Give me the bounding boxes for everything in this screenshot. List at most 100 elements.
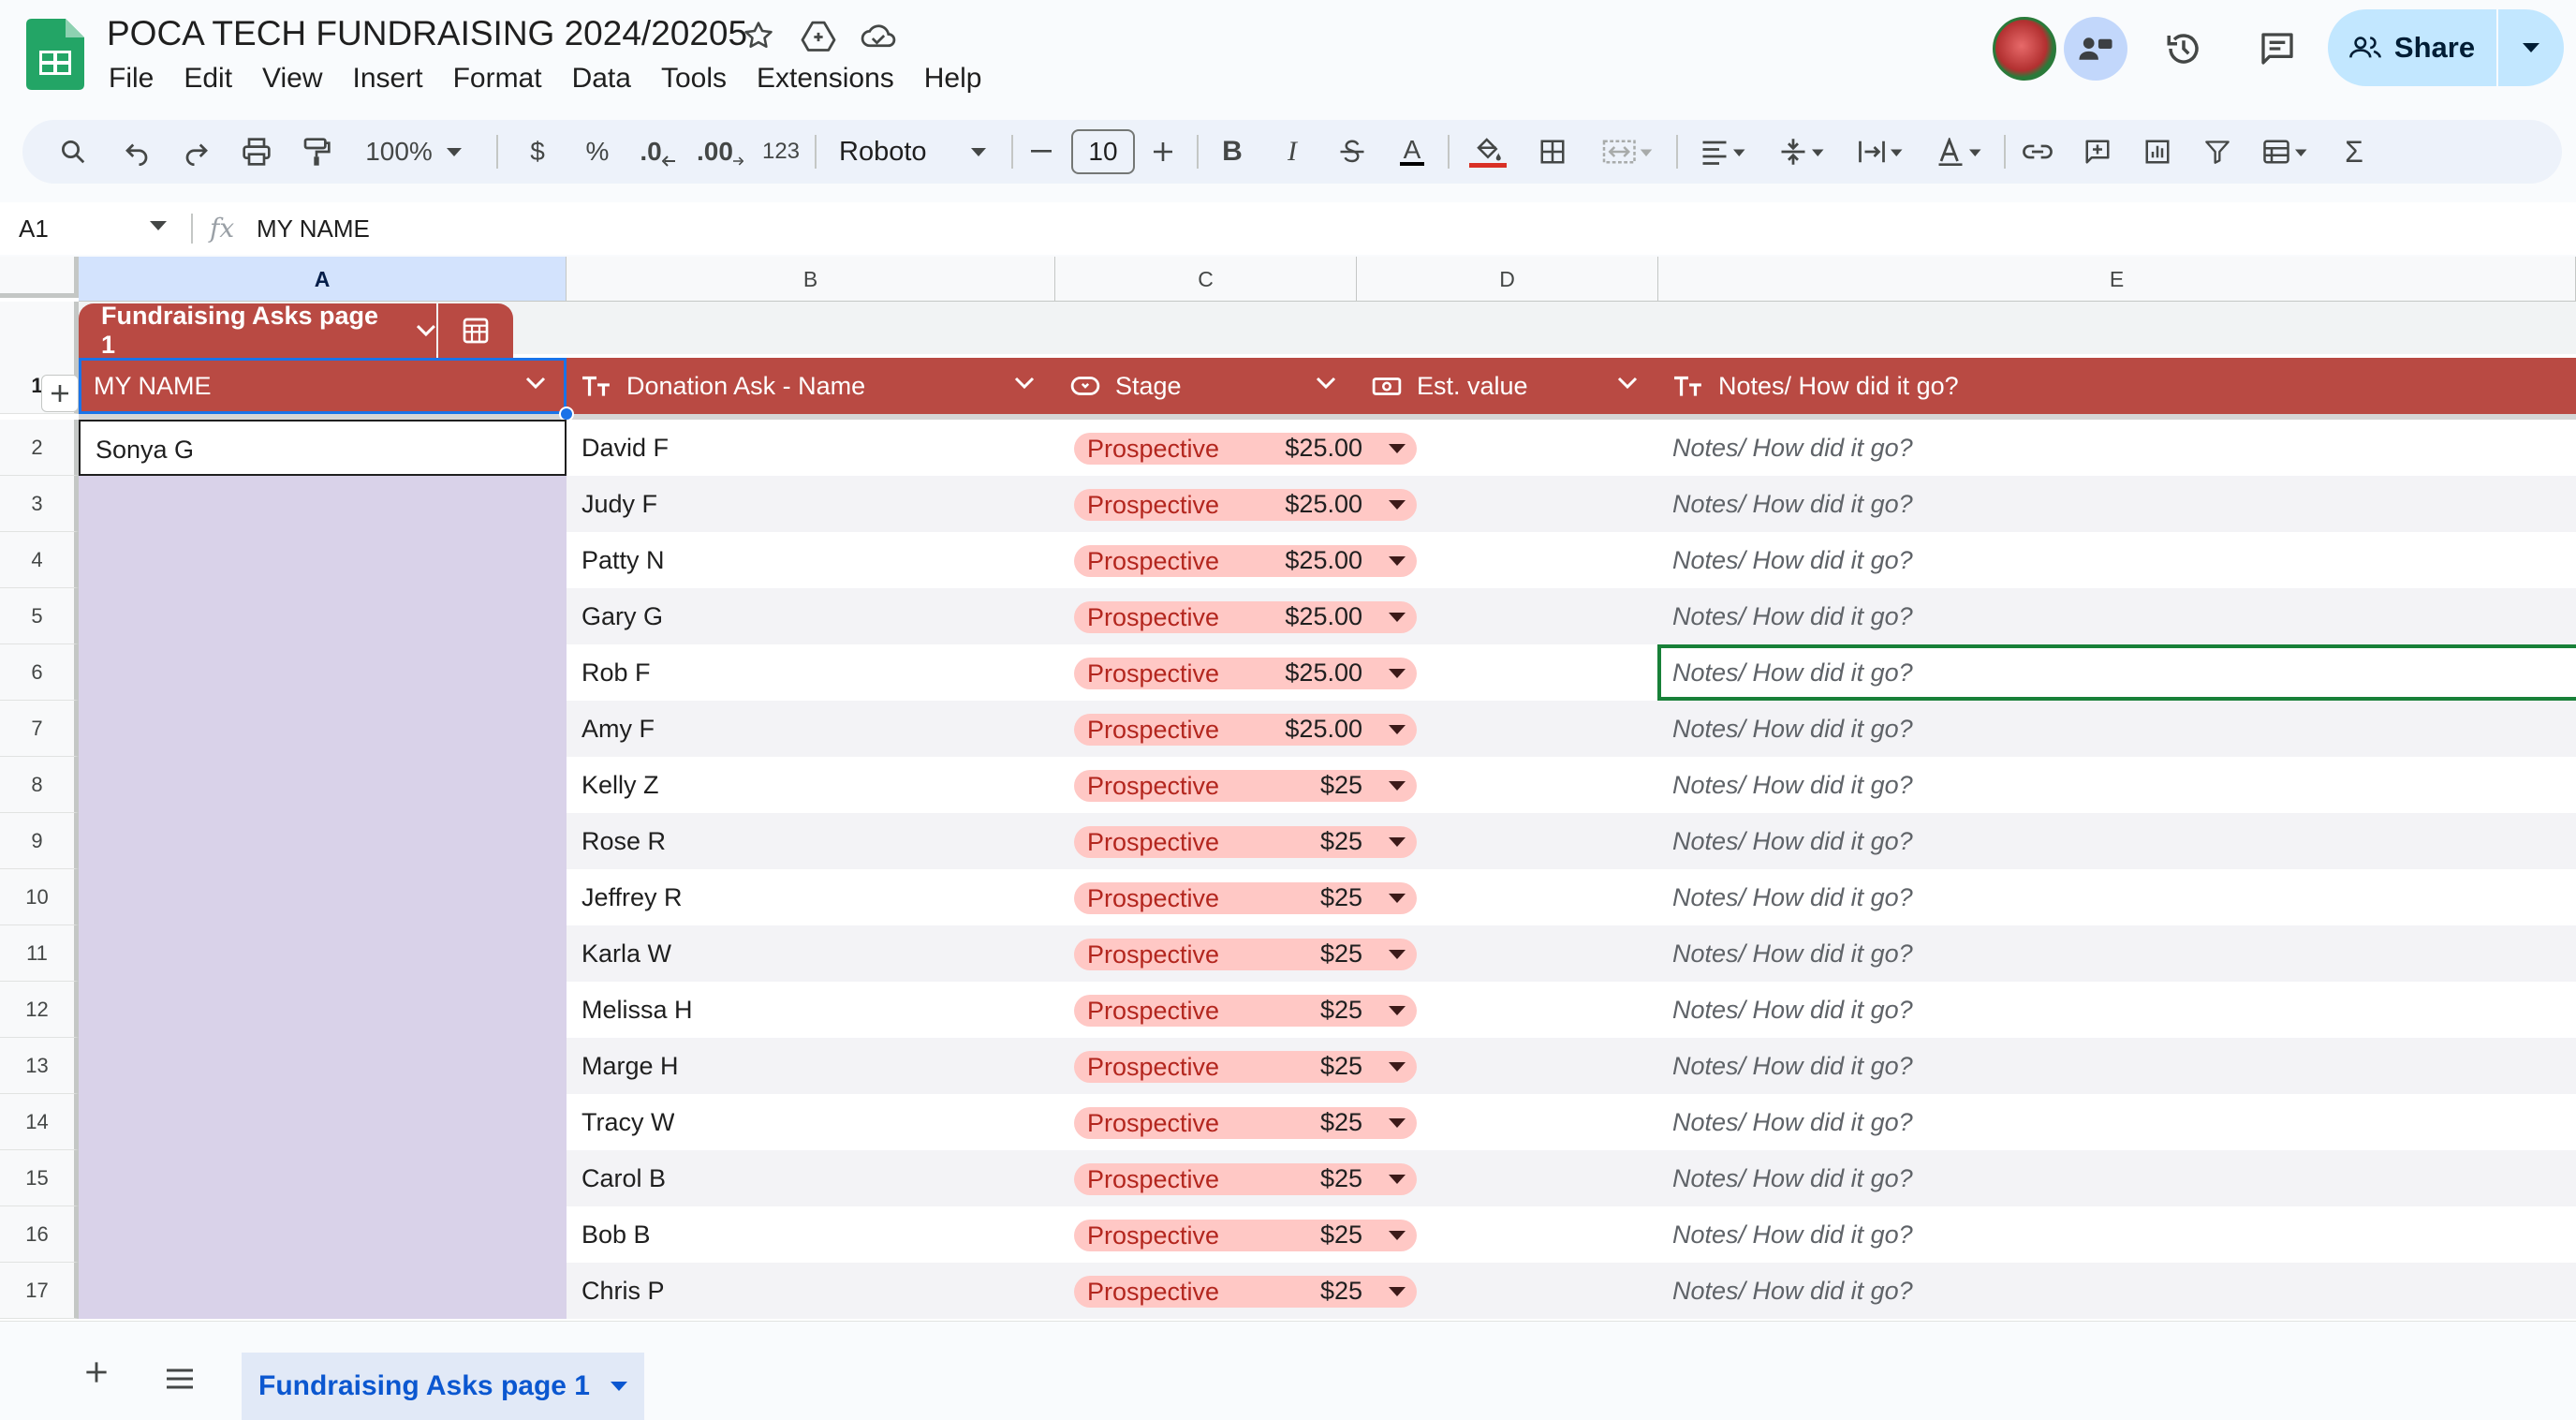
more-formats-button[interactable]: 123 — [755, 120, 807, 184]
cell-my-name[interactable] — [79, 757, 567, 813]
insert-chart-icon[interactable] — [2137, 120, 2178, 184]
cell-notes[interactable]: Notes/ How did it go? — [1672, 420, 1913, 476]
row-header[interactable]: 9 — [0, 813, 79, 869]
chevron-down-icon[interactable] — [1617, 377, 1638, 390]
borders-icon[interactable] — [1532, 120, 1573, 184]
cell-est-value[interactable]: $25 — [1082, 757, 1362, 813]
cell-est-value[interactable]: $25.00 — [1082, 701, 1362, 757]
cell-my-name[interactable] — [79, 476, 567, 532]
cell-my-name[interactable] — [79, 1038, 567, 1094]
menu-tools[interactable]: Tools — [646, 58, 742, 99]
strikethrough-icon[interactable] — [1332, 120, 1373, 184]
cell-notes[interactable]: Notes/ How did it go? — [1672, 982, 1913, 1038]
functions-button[interactable]: Σ — [2333, 120, 2375, 184]
name-box-caret-icon[interactable] — [150, 221, 167, 230]
share-options-dropdown[interactable] — [2498, 9, 2564, 86]
star-icon[interactable] — [738, 15, 779, 56]
comments-icon[interactable] — [2247, 19, 2307, 79]
all-sheets-menu-icon[interactable] — [165, 1368, 195, 1390]
cell-est-value[interactable]: $25.00 — [1082, 532, 1362, 588]
menu-extensions[interactable]: Extensions — [742, 58, 909, 99]
search-menus-icon[interactable] — [52, 120, 94, 184]
cell-my-name[interactable] — [79, 1150, 567, 1206]
row-header[interactable]: 8 — [0, 757, 79, 813]
format-currency-button[interactable]: $ — [519, 120, 556, 184]
row-header[interactable]: 7 — [0, 701, 79, 757]
cell-notes[interactable]: Notes/ How did it go? — [1672, 925, 1913, 982]
text-rotation-icon[interactable] — [1927, 120, 1993, 184]
row-header[interactable]: 6 — [0, 644, 79, 701]
cloud-saved-icon[interactable] — [858, 15, 899, 56]
document-title[interactable]: POCA TECH FUNDRAISING 2024/20205 — [107, 11, 747, 56]
cell-est-value[interactable]: $25 — [1082, 1038, 1362, 1094]
cell-est-value[interactable]: $25 — [1082, 1206, 1362, 1263]
font-family-select[interactable]: Roboto — [839, 120, 961, 184]
cell-notes[interactable]: Notes/ How did it go? — [1672, 588, 1913, 644]
cell-my-name[interactable] — [79, 532, 567, 588]
text-color-button[interactable]: A — [1391, 120, 1433, 184]
cell-my-name[interactable] — [79, 982, 567, 1038]
sheet-tab-fundraising-asks[interactable]: Fundraising Asks page 1 — [242, 1353, 644, 1420]
column-header-d[interactable]: D — [1357, 257, 1658, 302]
version-history-icon[interactable] — [2154, 19, 2214, 79]
menu-format[interactable]: Format — [438, 58, 557, 99]
cell-notes[interactable]: Notes/ How did it go? — [1672, 1206, 1913, 1263]
cell-est-value[interactable]: $25.00 — [1082, 420, 1362, 476]
row-header[interactable]: 14 — [0, 1094, 79, 1150]
paint-format-icon[interactable] — [296, 120, 337, 184]
user-avatar[interactable] — [1993, 17, 2056, 81]
menu-edit[interactable]: Edit — [169, 58, 247, 99]
cell-est-value[interactable]: $25 — [1082, 869, 1362, 925]
row-header[interactable]: 5 — [0, 588, 79, 644]
cell-donor-name[interactable]: Rose R — [581, 813, 666, 869]
cell-est-value[interactable]: $25.00 — [1082, 644, 1362, 701]
header-notes[interactable]: Notes/ How did it go? — [1658, 358, 2576, 414]
select-all-corner[interactable] — [0, 257, 79, 298]
insert-link-icon[interactable] — [2017, 120, 2058, 184]
caret-down-icon[interactable] — [610, 1382, 627, 1391]
row-header[interactable]: 10 — [0, 869, 79, 925]
cell-donor-name[interactable]: Bob B — [581, 1206, 651, 1263]
column-header-a[interactable]: A — [79, 257, 567, 302]
add-sheet-icon[interactable] — [84, 1360, 109, 1384]
cell-notes[interactable]: Notes/ How did it go? — [1672, 813, 1913, 869]
row-header[interactable]: 16 — [0, 1206, 79, 1263]
cell-est-value[interactable]: $25.00 — [1082, 588, 1362, 644]
add-column-button[interactable] — [41, 375, 79, 412]
zoom-select[interactable]: 100% — [361, 120, 436, 184]
cell-donor-name[interactable]: Carol B — [581, 1150, 666, 1206]
cell-notes[interactable]: Notes/ How did it go? — [1672, 476, 1913, 532]
header-est-value[interactable]: Est. value — [1357, 358, 1658, 414]
row-header[interactable]: 2 — [0, 420, 79, 476]
column-header-c[interactable]: C — [1055, 257, 1357, 302]
row-header[interactable]: 17 — [0, 1263, 79, 1319]
column-header-e[interactable]: E — [1658, 257, 2576, 302]
cell-donor-name[interactable]: Gary G — [581, 588, 663, 644]
cell-donor-name[interactable]: Judy F — [581, 476, 657, 532]
bold-button[interactable]: B — [1212, 120, 1253, 184]
move-to-drive-icon[interactable] — [798, 15, 839, 56]
cell-notes[interactable]: Notes/ How did it go? — [1672, 757, 1913, 813]
decrease-font-size-icon[interactable] — [1021, 120, 1062, 184]
collaborators-icon[interactable] — [2064, 17, 2127, 81]
undo-icon[interactable] — [116, 120, 157, 184]
formula-input[interactable]: MY NAME — [257, 202, 370, 255]
chevron-down-icon[interactable] — [416, 324, 436, 337]
cell-est-value[interactable]: $25 — [1082, 982, 1362, 1038]
cell-notes[interactable]: Notes/ How did it go? — [1672, 869, 1913, 925]
vertical-align-icon[interactable] — [1770, 120, 1835, 184]
merge-cells-icon[interactable] — [1592, 120, 1663, 184]
header-stage[interactable]: Stage — [1055, 358, 1357, 414]
cell-donor-name[interactable]: Jeffrey R — [581, 869, 683, 925]
redo-icon[interactable] — [176, 120, 217, 184]
horizontal-align-icon[interactable] — [1691, 120, 1757, 184]
text-wrapping-icon[interactable] — [1848, 120, 1914, 184]
menu-insert[interactable]: Insert — [338, 58, 438, 99]
font-caret-icon[interactable] — [964, 120, 993, 184]
column-header-b[interactable]: B — [567, 257, 1055, 302]
font-size-input[interactable]: 10 — [1071, 129, 1135, 174]
cell-donor-name[interactable]: Amy F — [581, 701, 655, 757]
cell-my-name[interactable] — [79, 925, 567, 982]
row-header[interactable]: 4 — [0, 532, 79, 588]
cell-my-name[interactable]: Sonya G — [79, 420, 567, 476]
